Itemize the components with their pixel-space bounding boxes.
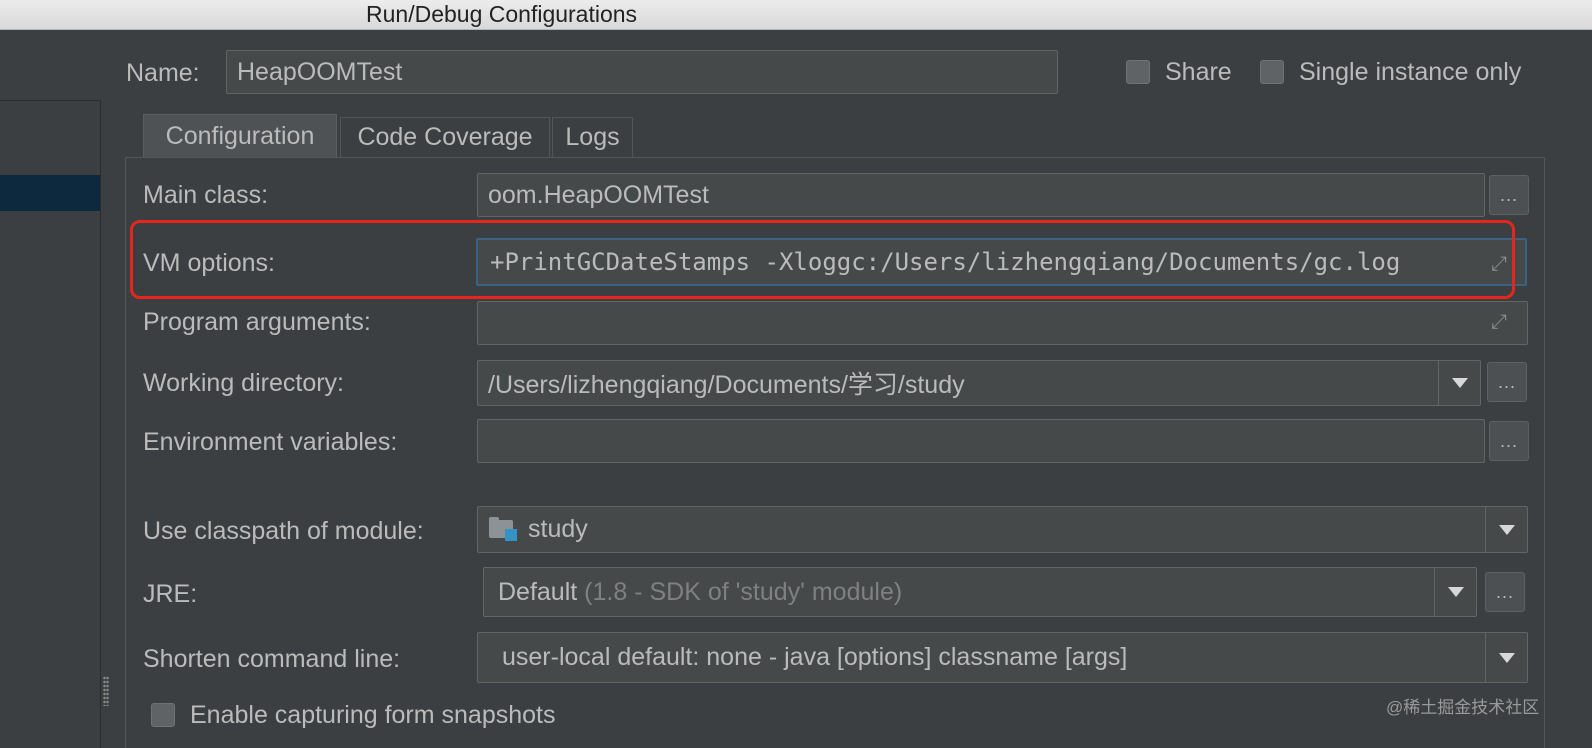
classpath-module-combo[interactable]: study (477, 506, 1528, 553)
working-directory-label: Working directory: (143, 369, 344, 397)
title-bar: Run/Debug Configurations (0, 0, 1592, 30)
classpath-module-dropdown-button[interactable] (1485, 507, 1527, 552)
name-input-value: HeapOOMTest (237, 57, 403, 86)
shorten-command-line-combo[interactable]: user-local default: none - java [options… (477, 632, 1528, 683)
tree-divider (0, 100, 101, 101)
watermark: @稀土掘金技术社区 (1386, 698, 1540, 717)
working-directory-value: /Users/lizhengqiang/Documents/学习/study (488, 371, 965, 399)
jre-combo[interactable]: Default (1.8 - SDK of 'study' module) (483, 567, 1477, 617)
chevron-down-icon (1498, 652, 1515, 663)
share-label: Share (1165, 58, 1232, 86)
window-title: Run/Debug Configurations (366, 1, 638, 27)
share-checkbox[interactable] (1126, 60, 1150, 84)
chevron-down-icon (1447, 587, 1464, 597)
tab-code-coverage[interactable]: Code Coverage (340, 117, 550, 157)
name-input[interactable]: HeapOOMTest (226, 50, 1058, 94)
capture-snapshots-checkbox[interactable] (151, 703, 175, 727)
splitter-grip-icon[interactable] (103, 676, 109, 706)
shorten-command-line-hint: - java [options] classname [args] (768, 643, 1128, 671)
main-class-browse-button[interactable]: ... (1489, 175, 1529, 215)
environment-variables-input[interactable] (477, 419, 1485, 463)
main-class-value: oom.HeapOOMTest (488, 180, 709, 209)
program-arguments-input[interactable] (477, 301, 1528, 345)
main-class-label: Main class: (143, 181, 269, 209)
working-directory-combo[interactable]: /Users/lizhengqiang/Documents/学习/study (477, 360, 1481, 406)
jre-dropdown-button[interactable] (1434, 568, 1476, 616)
jre-value: Default (498, 577, 578, 606)
working-directory-browse-button[interactable]: ... (1487, 362, 1527, 402)
jre-browse-button[interactable]: ... (1485, 572, 1525, 612)
environment-variables-browse-button[interactable]: ... (1489, 421, 1529, 461)
tab-configuration-label: Configuration (165, 121, 315, 150)
chevron-down-icon (1498, 524, 1515, 535)
tab-logs-label: Logs (565, 123, 620, 151)
main-class-input[interactable]: oom.HeapOOMTest (477, 173, 1485, 217)
environment-variables-label: Environment variables: (143, 428, 398, 456)
classpath-module-label: Use classpath of module: (143, 517, 424, 545)
classpath-module-value: study (528, 515, 588, 543)
annotation-highlight-box (130, 220, 1515, 299)
shorten-command-line-label: Shorten command line: (143, 645, 401, 673)
tree-splitter[interactable] (100, 100, 101, 748)
name-label: Name: (126, 59, 200, 87)
selected-tree-item[interactable] (0, 175, 100, 211)
chevron-down-icon (1451, 378, 1468, 388)
program-arguments-expand-icon[interactable]: ⤢ (1491, 311, 1507, 334)
shorten-command-line-value: user-local default: none (502, 643, 762, 671)
jre-hint: (1.8 - SDK of 'study' module) (584, 577, 903, 606)
program-arguments-label: Program arguments: (143, 308, 371, 336)
tab-logs[interactable]: Logs (552, 117, 633, 157)
configuration-tree-panel (0, 30, 101, 748)
shorten-command-line-dropdown-button[interactable] (1485, 633, 1527, 682)
capture-snapshots-label: Enable capturing form snapshots (190, 701, 556, 729)
module-folder-icon (489, 517, 517, 543)
single-instance-checkbox[interactable] (1260, 60, 1284, 84)
single-instance-label: Single instance only (1299, 58, 1522, 86)
working-directory-dropdown-button[interactable] (1438, 361, 1480, 405)
tab-configuration[interactable]: Configuration (143, 114, 337, 157)
jre-label: JRE: (143, 580, 198, 608)
tab-code-coverage-label: Code Coverage (357, 123, 533, 151)
